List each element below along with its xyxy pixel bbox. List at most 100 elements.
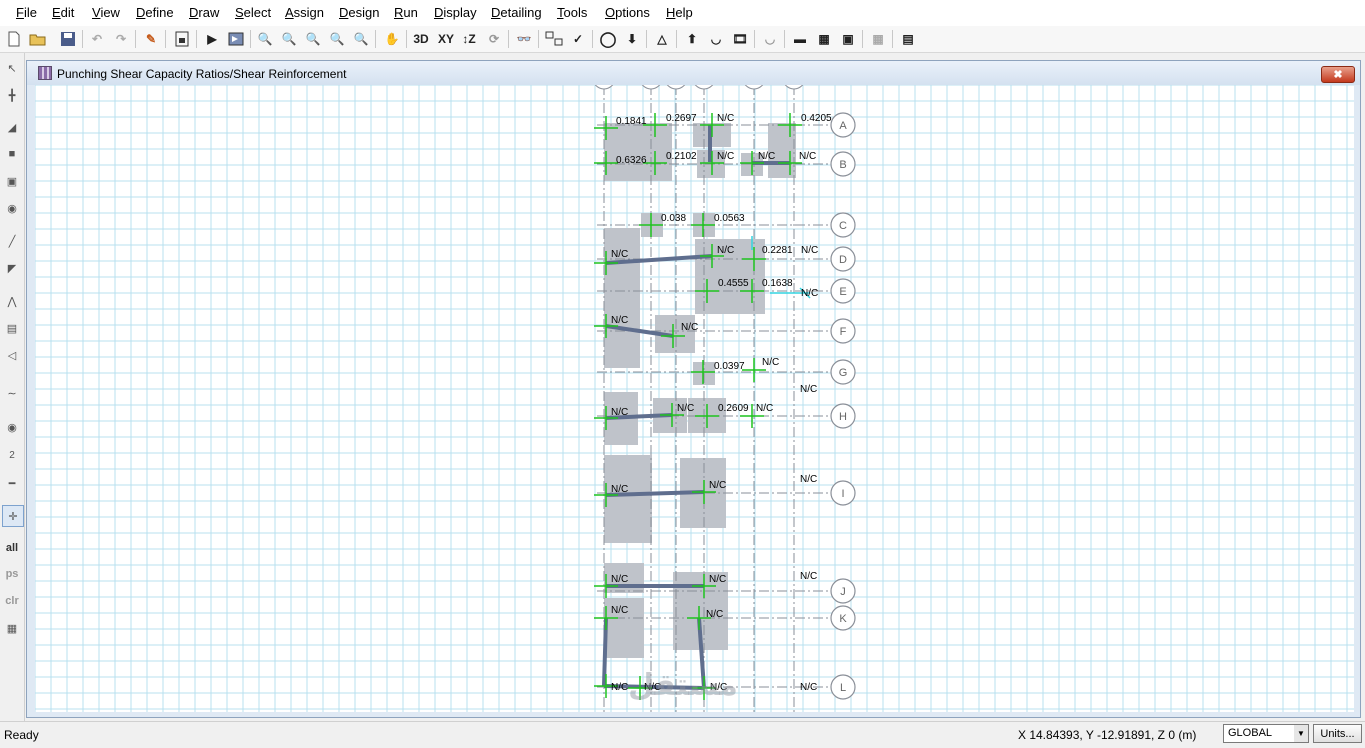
menu-view[interactable]: View	[92, 5, 120, 20]
menu-design[interactable]: Design	[339, 5, 379, 20]
arrow-up-icon[interactable]: ⬆	[682, 29, 702, 49]
ratio-label: N/C	[681, 322, 698, 333]
ratio-label: N/C	[799, 151, 816, 162]
draw-beam-icon[interactable]: ▤	[2, 318, 22, 338]
deformed-shape-icon[interactable]: ◡	[706, 29, 726, 49]
rotate-icon[interactable]: ⟳	[484, 29, 504, 49]
menu-bar: File Edit View Define Draw Select Assign Design…	[0, 0, 1365, 27]
zoom-window-icon[interactable]: 🔍	[255, 29, 275, 49]
zoom-out-icon[interactable]: 🔍	[327, 29, 347, 49]
beam-design-icon[interactable]: ▬	[790, 29, 810, 49]
circle-icon[interactable]: ◯	[598, 29, 618, 49]
check-icon[interactable]: ✓	[568, 29, 588, 49]
draw-line-icon[interactable]: ╱	[2, 231, 22, 251]
pointer-icon[interactable]: ↖	[2, 58, 22, 78]
grid-bubble-top	[744, 85, 764, 90]
run-icon[interactable]: ▶	[202, 29, 222, 49]
cursor-coordinates: X 14.84393, Y -12.91891, Z 0 (m)	[1018, 728, 1197, 742]
grid-bubble-label: K	[839, 613, 847, 625]
draw-point-icon[interactable]: ╋	[2, 85, 22, 105]
run-analysis-icon[interactable]	[226, 29, 246, 49]
draw-rectangle-icon[interactable]: ■	[2, 144, 22, 164]
grid-bubble-label: A	[839, 120, 847, 132]
menu-run[interactable]: Run	[394, 5, 418, 20]
undo-icon[interactable]: ↶	[87, 29, 107, 49]
zoom-previous-icon[interactable]: 🔍	[279, 29, 299, 49]
new-file-icon[interactable]	[4, 29, 24, 49]
pencil-icon[interactable]: ✎	[141, 29, 161, 49]
watermark-logo: مستقل	[628, 668, 738, 703]
slab-panel	[604, 123, 652, 181]
move-down-icon[interactable]: ⬇	[622, 29, 642, 49]
select-all-button[interactable]: all	[2, 538, 22, 558]
menu-define[interactable]: Define	[136, 5, 174, 20]
menu-detailing[interactable]: Detailing	[491, 5, 542, 20]
menu-assign[interactable]: Assign	[285, 5, 324, 20]
draw-diagonal-icon[interactable]: ◤	[2, 258, 22, 278]
redo-icon[interactable]: ↷	[111, 29, 131, 49]
ratio-label: N/C	[677, 403, 694, 414]
draw-strip-icon[interactable]: ━	[2, 473, 22, 493]
draw-slab-icon[interactable]: ▣	[2, 171, 22, 191]
coordinate-system-select[interactable]: GLOBAL ▼	[1223, 724, 1309, 743]
view-xy-button[interactable]: XY	[436, 29, 456, 49]
draw-area-icon[interactable]: ◢	[2, 117, 22, 137]
ratio-label: N/C	[756, 403, 773, 414]
pan-hand-icon[interactable]: ✋	[382, 29, 402, 49]
punching-shear-window: Punching Shear Capacity Ratios/Shear Rei…	[26, 60, 1361, 718]
coordinate-system-value: GLOBAL	[1228, 727, 1273, 739]
view-xz-button[interactable]: ↕Z	[459, 29, 479, 49]
ratio-label: N/C	[611, 249, 628, 260]
previous-select-button[interactable]: ps	[2, 564, 22, 584]
ratio-label: N/C	[611, 315, 628, 326]
ratio-label: N/C	[611, 682, 628, 693]
menu-select[interactable]: Select	[235, 5, 271, 20]
draw-support-icon[interactable]: ◉	[2, 417, 22, 437]
grid-bubble-label: I	[841, 488, 844, 500]
view-3d-button[interactable]: 3D	[411, 29, 431, 49]
dimension-icon[interactable]: 2	[2, 445, 22, 465]
ratio-label: N/C	[800, 682, 817, 693]
ratio-label: 0.1841	[616, 116, 647, 127]
menu-tools[interactable]: Tools	[557, 5, 587, 20]
table-icon[interactable]: ▤	[898, 29, 918, 49]
plan-view-canvas[interactable]: A B C D E F G H I J K L 0.1841 0.2697 N/C 0.4205 0.6326 0…	[35, 85, 1354, 712]
menu-display[interactable]: Display	[434, 5, 477, 20]
ratio-label: N/C	[801, 245, 818, 256]
clear-select-button[interactable]: clr	[2, 591, 22, 611]
menu-edit[interactable]: Edit	[52, 5, 74, 20]
select-grid-icon[interactable]	[544, 29, 564, 49]
draw-wall-icon[interactable]: ◁	[2, 345, 22, 365]
ratio-label: N/C	[717, 151, 734, 162]
close-icon: ✖	[1333, 69, 1343, 81]
zoom-in-icon[interactable]: 🔍	[303, 29, 323, 49]
slab-design-icon[interactable]: ▦	[814, 29, 834, 49]
menu-file[interactable]: File	[16, 5, 37, 20]
draw-circle-icon[interactable]: ◉	[2, 198, 22, 218]
save-icon[interactable]	[58, 29, 78, 49]
punching-shear-icon[interactable]: ▣	[838, 29, 858, 49]
zoom-restore-icon[interactable]: 🔍	[351, 29, 371, 49]
menu-draw[interactable]: Draw	[189, 5, 219, 20]
open-folder-icon[interactable]	[28, 29, 48, 49]
window-close-button[interactable]: ✖	[1321, 66, 1355, 83]
ratio-label: N/C	[709, 480, 726, 491]
strip-icon[interactable]: ▦	[868, 29, 888, 49]
lock-icon[interactable]	[172, 29, 192, 49]
warning-triangle-icon[interactable]: △	[652, 29, 672, 49]
ratio-label: N/C	[611, 407, 628, 418]
animation-icon[interactable]: 🎞	[730, 29, 750, 49]
ratio-label: N/C	[611, 484, 628, 495]
glasses-icon[interactable]: 👓	[514, 29, 534, 49]
intersect-select-icon[interactable]: ▦	[2, 618, 22, 638]
menu-help[interactable]: Help	[666, 5, 693, 20]
support-icon[interactable]: ◡	[760, 29, 780, 49]
draw-column-icon[interactable]: ⋀	[2, 291, 22, 311]
status-ready: Ready	[4, 728, 39, 742]
units-button[interactable]: Units...	[1313, 724, 1362, 743]
grid-bubble-label: L	[840, 682, 846, 694]
menu-options[interactable]: Options	[605, 5, 650, 20]
ratio-label: N/C	[800, 571, 817, 582]
snap-icon[interactable]: ✛	[2, 505, 24, 527]
draw-tendon-icon[interactable]: ∼	[2, 383, 22, 403]
